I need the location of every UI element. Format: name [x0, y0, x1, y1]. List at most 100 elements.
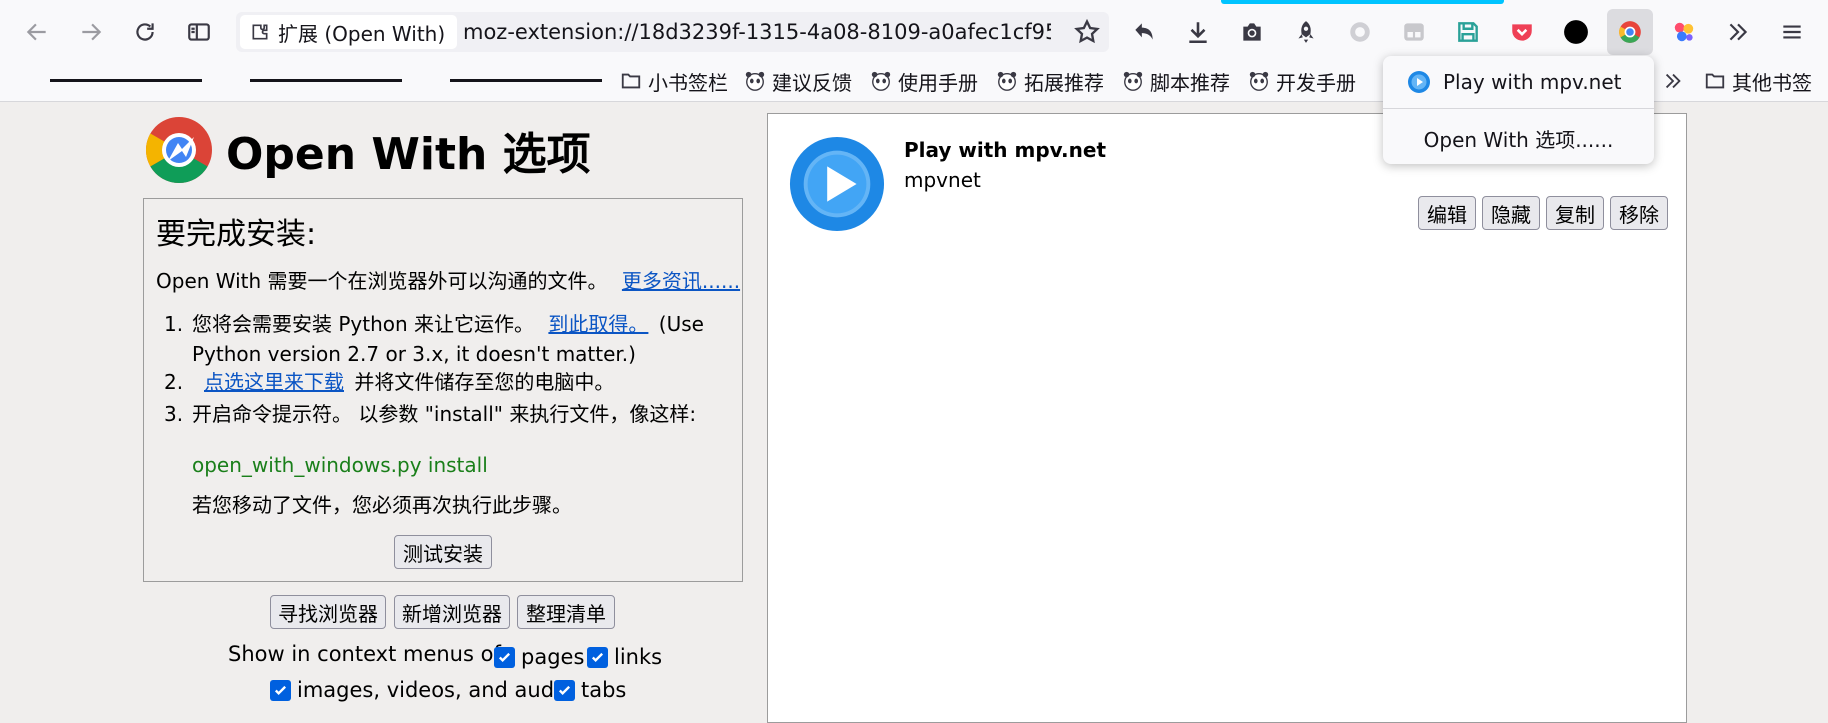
camera-icon	[1243, 23, 1261, 41]
install-heading: 要完成安装:	[156, 217, 317, 252]
checkbox-checked[interactable]	[554, 679, 575, 701]
context-pages-checkbox[interactable]: pages	[494, 645, 584, 669]
bookmark-separator-line	[50, 79, 202, 82]
floppy-disk-icon	[1458, 22, 1478, 42]
reload-icon	[136, 23, 154, 41]
tab-grid-icon	[1404, 23, 1424, 41]
rocket-icon	[1298, 21, 1314, 43]
get-python-link[interactable]: 到此取得。	[548, 312, 648, 336]
forward-button[interactable]	[68, 9, 114, 55]
open-with-extension-button[interactable]	[1607, 9, 1653, 55]
context-media-checkbox[interactable]: images, videos, and audio	[270, 678, 573, 702]
url-bar[interactable]: 扩展 (Open With) moz-extension://18d3239f-…	[236, 12, 1109, 52]
navigation-toolbar: 扩展 (Open With) moz-extension://18d3239f-…	[0, 0, 1828, 60]
bookmarks-overflow-button[interactable]	[1662, 64, 1684, 98]
panda-icon	[997, 71, 1017, 91]
bookmark-user-manual[interactable]: 使用手册	[870, 64, 978, 98]
checkmark-icon	[558, 685, 571, 695]
checkbox-checked[interactable]	[494, 646, 515, 668]
account-button[interactable]	[1553, 9, 1599, 55]
folder-icon	[621, 73, 641, 89]
downloads-button[interactable]	[1175, 9, 1221, 55]
step-number: 3.	[164, 402, 184, 426]
color-extension-button[interactable]	[1661, 9, 1707, 55]
folder-icon	[1705, 73, 1725, 89]
save-extension-button[interactable]	[1445, 9, 1491, 55]
context-menu-label: Show in context menus of:	[228, 642, 508, 666]
browser-name: Play with mpv.net	[904, 138, 1107, 162]
open-with-logo-icon	[1619, 21, 1641, 43]
open-with-popup-menu: Play with mpv.net Open With 选项......	[1383, 56, 1654, 164]
back-arrow-icon	[26, 23, 46, 41]
popup-item-play-mpv[interactable]: Play with mpv.net	[1383, 62, 1654, 102]
identity-label: 扩展 (Open With)	[278, 21, 446, 46]
url-text[interactable]: moz-extension://18d3239f-1315-4a08-8109-…	[463, 12, 1051, 52]
tidy-list-button[interactable]: 整理清单	[517, 595, 615, 629]
screenshot-button[interactable]	[1229, 9, 1275, 55]
bookmark-label: 脚本推荐	[1150, 70, 1230, 95]
chevron-double-right-icon	[1665, 73, 1681, 89]
install-instructions-panel: 要完成安装: Open With 需要一个在浏览器外可以沟通的文件。 更多资讯.…	[143, 198, 743, 582]
install-step-3: 3. 开启命令提示符。 以参数 "install" 来执行文件，像这样:	[164, 399, 734, 429]
add-browser-button[interactable]: 新增浏览器	[394, 595, 510, 629]
bookmark-feedback[interactable]: 建议反馈	[744, 64, 852, 98]
bookmark-label: 小书签栏	[648, 70, 728, 95]
tab-manager-button[interactable]	[1391, 9, 1437, 55]
install-description: Open With 需要一个在浏览器外可以沟通的文件。 更多资讯......	[156, 265, 740, 294]
step-1-line2: Python version 2.7 or 3.x, it doesn't ma…	[192, 342, 636, 366]
panda-icon	[1249, 71, 1269, 91]
download-script-link[interactable]: 点选这里来下载	[204, 370, 344, 394]
rocket-extension-button[interactable]	[1283, 9, 1329, 55]
bookmark-dev-manual[interactable]: 开发手册	[1248, 64, 1356, 98]
sidebar-button[interactable]	[176, 9, 222, 55]
checkbox-checked[interactable]	[587, 646, 608, 668]
reload-button[interactable]	[122, 9, 168, 55]
browser-list-panel: Play with mpv.net mpvnet 编辑 隐藏 复制 移除	[767, 113, 1687, 723]
sidebar-icon	[188, 23, 210, 41]
step-1-after: (Use	[658, 312, 704, 336]
circle-extension-button[interactable]	[1337, 9, 1383, 55]
bookmark-script-recommendations[interactable]: 脚本推荐	[1122, 64, 1230, 98]
test-install-button[interactable]: 测试安装	[394, 535, 492, 569]
other-bookmarks-folder[interactable]: 其他书签	[1704, 64, 1812, 98]
copy-button[interactable]: 复制	[1546, 196, 1604, 230]
bookmark-folder-bookmarklets[interactable]: 小书签栏	[620, 64, 728, 98]
panda-icon	[745, 71, 765, 91]
bookmark-extension-recommendations[interactable]: 拓展推荐	[996, 64, 1104, 98]
color-dots-icon	[1674, 22, 1694, 42]
hide-button[interactable]: 隐藏	[1482, 196, 1540, 230]
context-links-checkbox[interactable]: links	[587, 645, 662, 669]
step-3-text: 开启命令提示符。 以参数 "install" 来执行文件，像这样:	[192, 402, 697, 426]
checkmark-icon	[274, 685, 287, 695]
moved-file-note: 若您移动了文件，您必须再次执行此步骤。	[192, 493, 572, 517]
app-menu-button[interactable]	[1769, 9, 1815, 55]
pocket-button[interactable]	[1499, 9, 1545, 55]
context-tabs-checkbox[interactable]: tabs	[554, 678, 626, 702]
pocket-icon	[1512, 24, 1532, 41]
panda-icon	[1123, 71, 1143, 91]
extension-puzzle-icon	[252, 24, 268, 40]
checkbox-label: images, videos, and audio	[297, 678, 573, 702]
page-title: Open With 选项	[226, 129, 591, 180]
install-description-text: Open With 需要一个在浏览器外可以沟通的文件。	[156, 269, 608, 293]
bookmark-star-icon[interactable]	[1073, 18, 1101, 46]
undo-button[interactable]	[1121, 9, 1167, 55]
popup-separator	[1383, 108, 1654, 109]
panda-icon	[871, 71, 891, 91]
checkbox-checked[interactable]	[270, 679, 291, 701]
back-button[interactable]	[14, 9, 60, 55]
find-browsers-button[interactable]: 寻找浏览器	[270, 595, 386, 629]
identity-box[interactable]: 扩展 (Open With)	[240, 15, 458, 49]
install-step-1: 1. 您将会需要安装 Python 来让它运作。 到此取得。 (Use Pyth…	[164, 309, 734, 369]
chevron-double-right-icon	[1729, 23, 1748, 41]
mpv-play-icon	[789, 136, 885, 232]
popup-item-options[interactable]: Open With 选项......	[1383, 118, 1654, 158]
avatar-icon	[1564, 20, 1588, 44]
overflow-menu-button[interactable]	[1715, 9, 1761, 55]
remove-button[interactable]: 移除	[1610, 196, 1668, 230]
popup-item-label: Play with mpv.net	[1443, 70, 1622, 94]
ring-icon	[1350, 22, 1370, 42]
open-with-logo-icon	[145, 117, 212, 184]
more-info-link[interactable]: 更多资讯......	[622, 269, 740, 293]
edit-button[interactable]: 编辑	[1418, 196, 1476, 230]
